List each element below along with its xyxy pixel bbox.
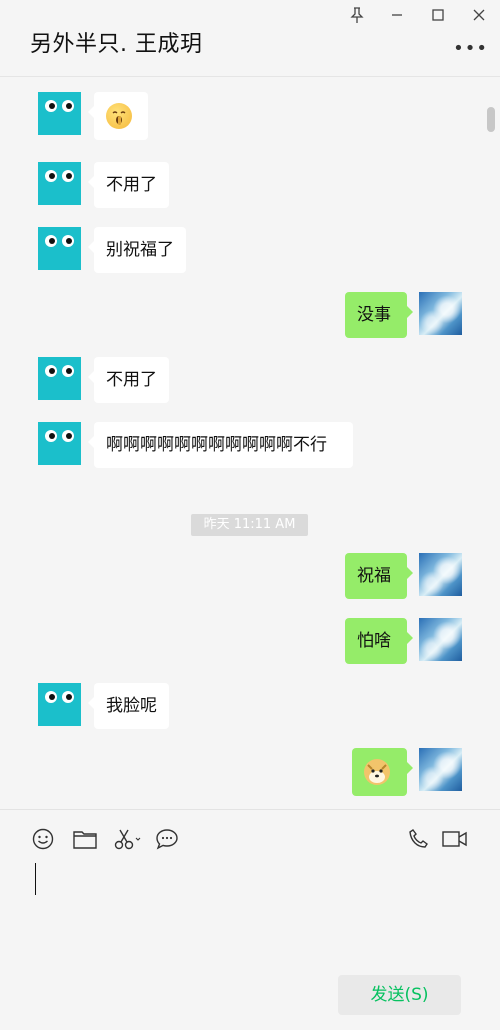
message-bubble[interactable] xyxy=(352,748,413,796)
more-icon[interactable]: ••• xyxy=(453,38,488,59)
message-bubble[interactable]: 祝福 xyxy=(345,553,413,599)
message-bubble[interactable] xyxy=(88,92,148,140)
chat-bubble-icon[interactable] xyxy=(154,826,180,852)
avatar[interactable] xyxy=(38,92,81,135)
minimize-icon[interactable] xyxy=(386,4,408,26)
message-bubble[interactable]: 别祝福了 xyxy=(88,227,186,273)
emoji-icon[interactable] xyxy=(30,826,56,852)
message-bubble[interactable]: 不用了 xyxy=(88,162,169,208)
avatar[interactable] xyxy=(419,553,462,596)
message-bubble[interactable]: 没事 xyxy=(345,292,413,338)
avatar[interactable] xyxy=(419,748,462,791)
doge-emoji-icon xyxy=(364,759,390,785)
message-bubble[interactable]: 不用了 xyxy=(88,357,169,403)
avatar[interactable] xyxy=(38,227,81,270)
message-list[interactable]: 不用了 别祝福了 没事 不用了 啊啊啊啊啊啊啊啊啊啊啊不行 昨天 11:11 A… xyxy=(0,78,500,809)
avatar[interactable] xyxy=(38,683,81,726)
video-icon[interactable] xyxy=(441,826,469,852)
folder-icon[interactable] xyxy=(72,826,98,852)
send-button[interactable]: 发送(S) xyxy=(338,975,461,1015)
phone-icon[interactable] xyxy=(406,826,432,852)
message-timestamp: 昨天 11:11 AM xyxy=(191,514,308,536)
chat-title: 另外半只. 王成玥 xyxy=(30,32,203,57)
avatar[interactable] xyxy=(419,618,462,661)
avatar[interactable] xyxy=(38,422,81,465)
text-input[interactable] xyxy=(35,863,36,895)
scrollbar[interactable] xyxy=(487,107,495,132)
shh-face-emoji-icon xyxy=(106,103,132,129)
message-bubble[interactable]: 怕啥 xyxy=(345,618,413,664)
avatar[interactable] xyxy=(38,357,81,400)
scissors-icon[interactable] xyxy=(113,826,143,852)
close-icon[interactable] xyxy=(468,4,490,26)
maximize-icon[interactable] xyxy=(427,4,449,26)
avatar[interactable] xyxy=(419,292,462,335)
input-area: 发送(S) xyxy=(0,809,500,1030)
message-bubble[interactable]: 我脸呢 xyxy=(88,683,169,729)
chat-header: 另外半只. 王成玥 ••• xyxy=(0,0,500,77)
pin-icon[interactable] xyxy=(346,4,368,26)
avatar[interactable] xyxy=(38,162,81,205)
message-bubble[interactable]: 啊啊啊啊啊啊啊啊啊啊啊不行 xyxy=(88,422,353,468)
